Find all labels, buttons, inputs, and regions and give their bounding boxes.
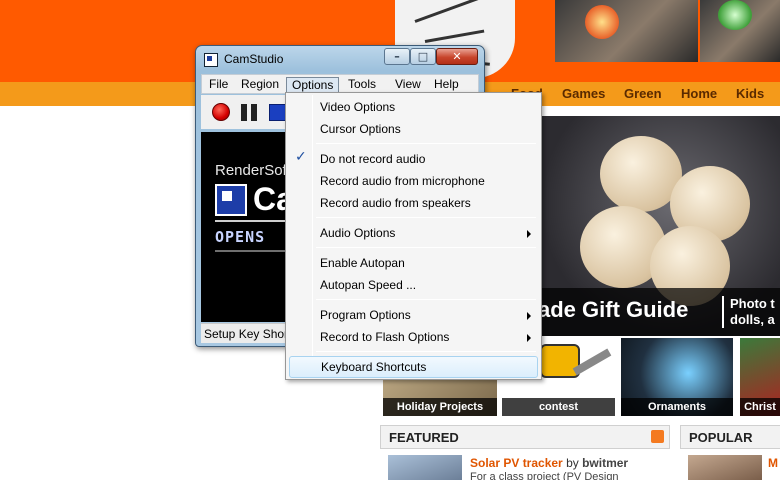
screen: Food Games Green Home Kids ade Gift Guid… <box>0 0 780 480</box>
menu-file[interactable]: File <box>204 77 233 93</box>
led-photo-1[interactable] <box>555 0 698 62</box>
featured-item-desc: For a class project (PV Design <box>470 471 619 480</box>
rss-icon[interactable] <box>651 430 664 443</box>
menu-item-record-audio-microphone[interactable]: Record audio from microphone <box>289 170 538 192</box>
record-icon[interactable] <box>212 103 230 121</box>
status-text: Setup Key Short <box>204 327 292 341</box>
menu-item-video-options[interactable]: Video Options <box>289 96 538 118</box>
led-photo-2[interactable] <box>700 0 780 62</box>
display-brand-text: RenderSof <box>215 162 287 179</box>
close-button[interactable]: ✕ <box>436 48 478 65</box>
menu-separator <box>316 299 536 300</box>
menu-help[interactable]: Help <box>429 77 464 93</box>
display-divider <box>215 220 285 222</box>
menu-item-cursor-options[interactable]: Cursor Options <box>289 118 538 140</box>
menu-options[interactable]: Options <box>286 77 340 93</box>
display-sub-text: OPENS <box>215 228 266 246</box>
stop-icon[interactable] <box>269 104 286 121</box>
maximize-button[interactable]: □ <box>410 48 436 65</box>
minimize-icon: – <box>394 50 400 63</box>
nav-green[interactable]: Green <box>624 86 662 101</box>
menu-region[interactable]: Region <box>236 77 284 93</box>
menu-item-record-audio-speakers[interactable]: Record audio from speakers <box>289 192 538 214</box>
thumb-ornaments[interactable]: Ornaments <box>621 338 733 416</box>
menu-separator <box>316 143 536 144</box>
hero-title[interactable]: ade Gift Guide <box>538 297 688 323</box>
nav-games[interactable]: Games <box>562 86 605 101</box>
menu-item-do-not-record-audio[interactable]: ✓ Do not record audio <box>289 148 538 170</box>
menu-separator <box>316 247 536 248</box>
options-dropdown-menu: Video Options Cursor Options ✓ Do not re… <box>285 92 542 380</box>
camstudio-logo-icon <box>215 184 247 216</box>
menu-item-program-options[interactable]: Program Options <box>289 304 538 326</box>
maximize-icon: □ <box>417 50 429 63</box>
display-divider-2 <box>215 250 285 252</box>
menu-tools[interactable]: Tools <box>343 77 381 93</box>
featured-thumbnail[interactable] <box>388 455 462 480</box>
minimize-button[interactable]: – <box>384 48 410 65</box>
menu-bar: File Region Options Tools View Help <box>201 74 479 94</box>
pause-icon[interactable] <box>241 104 259 121</box>
thumb-christmas[interactable]: Christ <box>740 338 780 416</box>
menu-separator <box>316 351 536 352</box>
menu-item-enable-autopan[interactable]: Enable Autopan <box>289 252 538 274</box>
menu-view[interactable]: View <box>390 77 426 93</box>
close-icon: ✕ <box>452 50 462 63</box>
menu-separator <box>316 217 536 218</box>
submenu-arrow-icon <box>527 334 531 342</box>
window-title: CamStudio <box>224 52 284 66</box>
menu-item-autopan-speed[interactable]: Autopan Speed ... <box>289 274 538 296</box>
menu-item-record-to-flash-options[interactable]: Record to Flash Options <box>289 326 538 348</box>
popular-thumbnail[interactable] <box>688 455 762 480</box>
featured-header: FEATURED <box>380 425 670 449</box>
submenu-arrow-icon <box>527 230 531 238</box>
featured-item-title[interactable]: Solar PV tracker by bwitmer <box>470 456 628 470</box>
popular-item-title[interactable]: M <box>768 456 778 470</box>
menu-item-audio-options[interactable]: Audio Options <box>289 222 538 244</box>
hero-divider <box>722 296 724 328</box>
app-icon[interactable] <box>204 53 218 67</box>
popular-header: POPULAR <box>680 425 780 449</box>
nav-home[interactable]: Home <box>681 86 717 101</box>
nav-kids[interactable]: Kids <box>736 86 764 101</box>
submenu-arrow-icon <box>527 312 531 320</box>
menu-item-keyboard-shortcuts[interactable]: Keyboard Shortcuts <box>289 356 538 378</box>
checkmark-icon: ✓ <box>295 149 307 165</box>
hero-side-text[interactable]: Photo t dolls, a <box>730 296 775 328</box>
